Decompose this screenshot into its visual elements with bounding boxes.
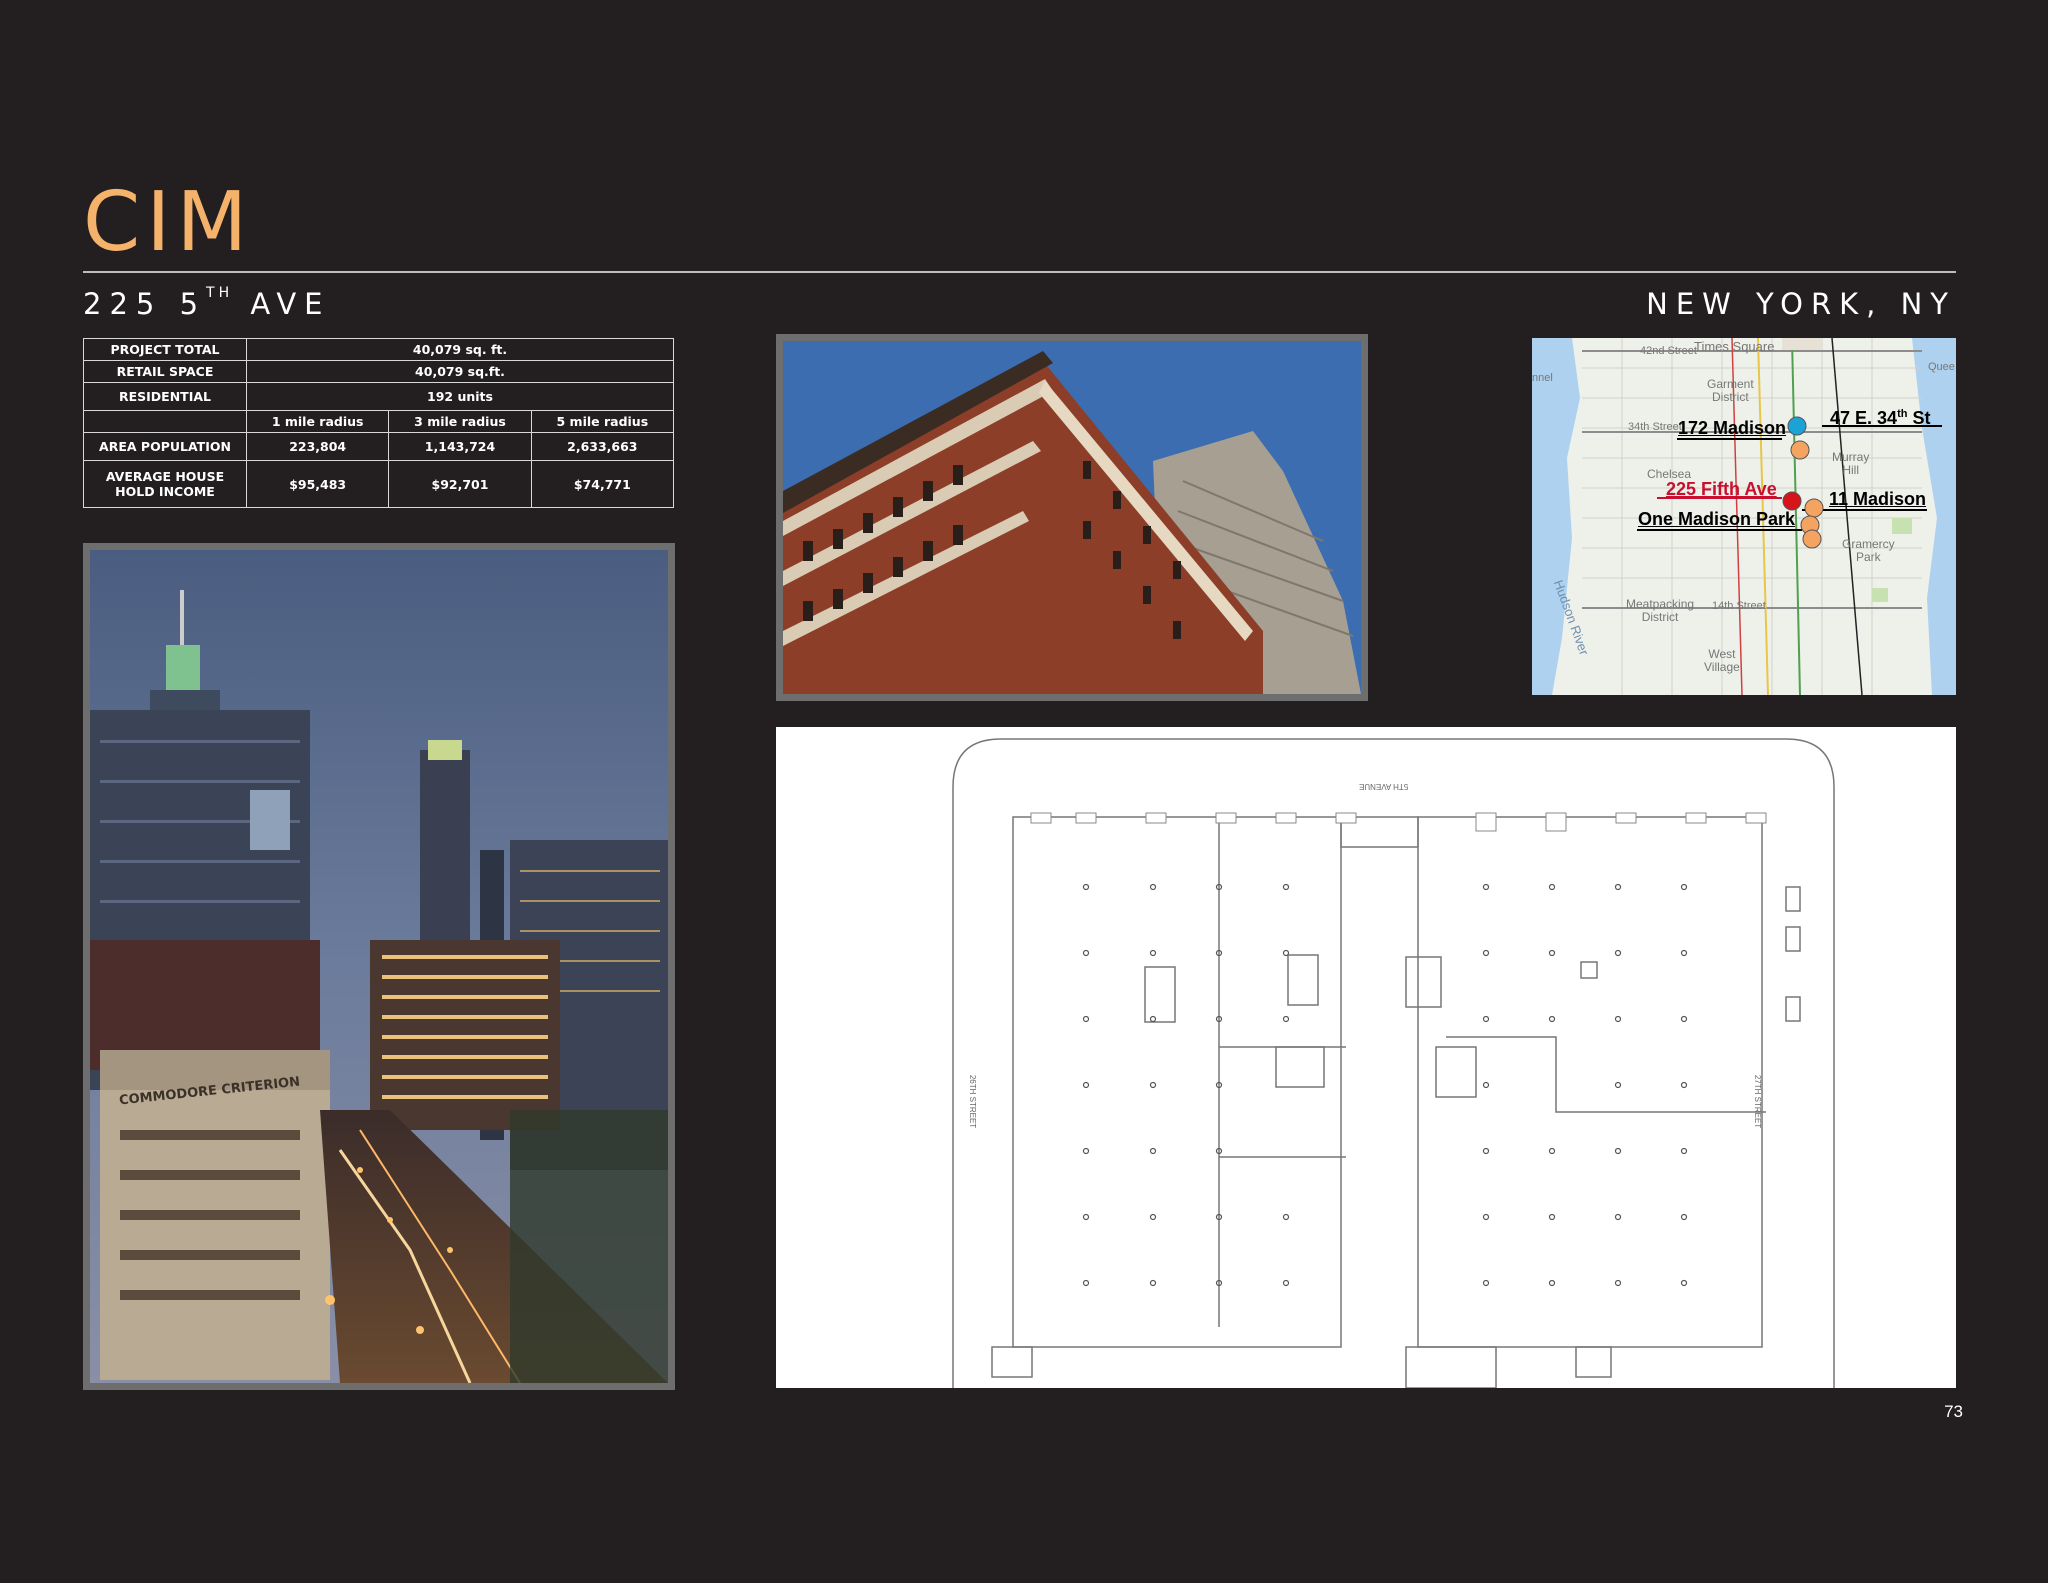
retail-label: RETAIL SPACE: [83, 360, 247, 383]
map-label-172-madison: 172 Madison: [1678, 418, 1787, 438]
map-label-west-village: West Village: [1704, 647, 1740, 674]
address-street: AVE: [250, 287, 331, 321]
residential-label: RESIDENTIAL: [83, 382, 247, 411]
map-label-meatpacking: Meatpacking District: [1626, 597, 1695, 624]
income-5: $74,771: [530, 460, 675, 508]
address-suffix: TH: [206, 285, 234, 301]
project-total-value: 40,079 sq. ft.: [246, 338, 674, 361]
page-number: 73: [1944, 1402, 1963, 1421]
map-marker-47-e34: [1787, 416, 1807, 436]
population-1: 223,804: [245, 432, 390, 461]
map-label-tunnel: nnel: [1532, 372, 1553, 384]
address-number: 225 5: [83, 287, 207, 321]
map-label-gramercy: Gramercy Park: [1842, 537, 1895, 564]
table-row: 1 mile radius 3 mile radius 5 mile radiu…: [83, 410, 675, 433]
plan-label-26th-street: 26TH STREET: [968, 1074, 978, 1129]
building-facade-illustration: [783, 341, 1361, 694]
map-label-times-square: Times Square: [1694, 339, 1775, 354]
radius-5-header: 5 mile radius: [530, 410, 675, 433]
retail-value: 40,079 sq.ft.: [246, 360, 674, 383]
population-3: 1,143,724: [388, 432, 532, 461]
brand-logo: CIM: [83, 175, 254, 270]
radius-1-header: 1 mile radius: [245, 410, 390, 433]
income-label-line1: AVERAGE HOUSE: [105, 469, 225, 484]
property-city: NEW YORK, NY: [1646, 287, 1956, 321]
project-total-label: PROJECT TOTAL: [83, 338, 247, 361]
map-label-11-madison: 11 Madison: [1829, 489, 1927, 509]
table-row: PROJECT TOTAL 40,079 sq. ft.: [83, 338, 674, 361]
map-label-225-fifth: 225 Fifth Ave: [1666, 479, 1777, 499]
income-3: $92,701: [388, 460, 532, 508]
map-label-34th: 34th Street: [1628, 421, 1682, 433]
map-label-one-madison-park: One Madison Park: [1638, 509, 1796, 529]
map-label-47-e34-main: 47 E. 34: [1830, 408, 1898, 428]
map-marker-225-fifth: [1782, 491, 1802, 511]
map-marker-172-madison: [1790, 440, 1810, 460]
income-1: $95,483: [245, 460, 390, 508]
map-label-47-e34-sup: th: [1897, 408, 1908, 420]
income-label: AVERAGE HOUSE HOLD INCOME: [83, 460, 247, 508]
map-label-47-e34-tail: St: [1907, 408, 1931, 428]
empty-cell: [83, 410, 247, 433]
table-row: RETAIL SPACE 40,079 sq.ft.: [83, 360, 674, 383]
map-label-42nd: 42nd Street: [1640, 345, 1697, 357]
property-stats-table: PROJECT TOTAL 40,079 sq. ft. RETAIL SPAC…: [83, 338, 675, 508]
night-city-illustration: COMMODORE CRITERION: [90, 550, 668, 1383]
night-city-photo: COMMODORE CRITERION: [83, 543, 675, 1390]
income-label-line2: HOLD INCOME: [115, 484, 215, 499]
map-label-murray-hill: Murray Hill: [1832, 450, 1870, 477]
area-map: 42nd Street Times Square nnel Quee Garme…: [1532, 338, 1956, 695]
map-label-queens: Quee: [1928, 361, 1955, 373]
header-rule: [83, 271, 1956, 273]
building-facade-photo: [776, 334, 1368, 701]
residential-value: 192 units: [246, 382, 674, 411]
map-label-47-e34: 47 E. 34th St: [1830, 408, 1930, 429]
map-marker-one-madison-b: [1802, 529, 1822, 549]
radius-3-header: 3 mile radius: [388, 410, 532, 433]
floor-plan-drawing: [952, 738, 1835, 1388]
map-marker-11-madison: [1804, 498, 1824, 518]
plan-label-27th-street: 27TH STREET: [1753, 1074, 1763, 1129]
property-address: 225 5TH AVE: [83, 285, 331, 321]
plan-label-5th-avenue: 5TH AVENUE: [1359, 782, 1409, 791]
table-row: AVERAGE HOUSE HOLD INCOME $95,483 $92,701…: [83, 460, 675, 508]
map-label-14th: 14th Street: [1712, 600, 1766, 612]
population-label: AREA POPULATION: [83, 432, 247, 461]
table-row: AREA POPULATION 223,804 1,143,724 2,633,…: [83, 432, 675, 461]
floor-plan: 5TH AVENUE 27TH STREET 26TH STREET: [776, 727, 1956, 1388]
map-label-garment: Garment District: [1707, 377, 1754, 404]
population-5: 2,633,663: [530, 432, 675, 461]
table-row: RESIDENTIAL 192 units: [83, 382, 674, 411]
